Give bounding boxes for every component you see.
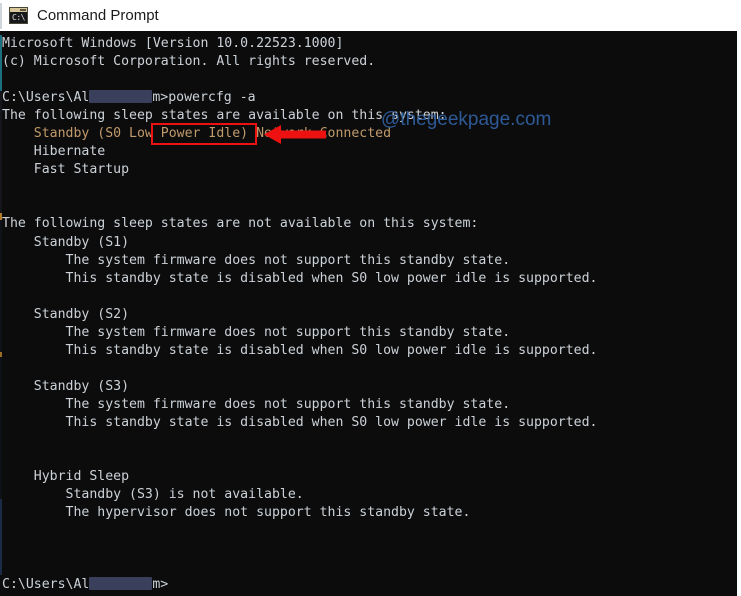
command-prompt-window: C:\ Command Prompt Microsoft Windows [Ve… [0,0,741,596]
console-line: Standby (S2) [2,306,130,322]
console-line: Microsoft Windows [Version 10.0.22523.10… [2,36,344,51]
prompt-path: C:\Users\Al [2,577,90,593]
command-prompt-icon: C:\ [9,7,28,24]
console-line: The system firmware does not support thi… [2,324,511,340]
console-line: Standby (S1) [2,234,130,250]
console-line: Standby (S3) [2,378,130,394]
console-line: This standby state is disabled when S0 l… [2,342,598,358]
console-output-area[interactable]: Microsoft Windows [Version 10.0.22523.10… [0,31,737,596]
console-line: This standby state is disabled when S0 l… [2,414,598,430]
console-line: The following sleep states are not avail… [2,216,479,232]
prompt-suffix: m> [152,90,169,106]
typed-command: powercfg -a [168,90,256,106]
console-line: The system firmware does not support thi… [2,396,511,412]
title-bar[interactable]: C:\ Command Prompt [0,0,741,31]
command-highlight-box [151,123,257,145]
console-line: C:\Users\Al m> [2,576,597,594]
console-line: C:\Users\Al m>powercfg -a [2,89,597,107]
redacted-username [89,90,153,104]
console-line: Hibernate [2,144,106,160]
prompt-suffix: m> [152,577,169,593]
console-line: (c) Microsoft Corporation. All rights re… [2,54,376,70]
console-line: Fast Startup [2,162,130,178]
prompt-path: C:\Users\Al [2,90,90,106]
window-left-accent [0,3,2,29]
console-line: Standby (S3) is not available. [2,487,304,503]
annotation-arrow-icon [264,125,326,144]
window-title: Command Prompt [37,7,159,24]
console-line: The system firmware does not support thi… [2,252,511,268]
redacted-username [89,577,153,591]
icon-prompt-glyph: C:\ [12,13,25,22]
console-line: The hypervisor does not support this sta… [2,505,471,521]
window-right-edge [737,31,741,596]
console-line: Hybrid Sleep [2,469,130,485]
watermark-text: @thegeekpage.com [381,109,552,130]
console-line: This standby state is disabled when S0 l… [2,270,598,286]
